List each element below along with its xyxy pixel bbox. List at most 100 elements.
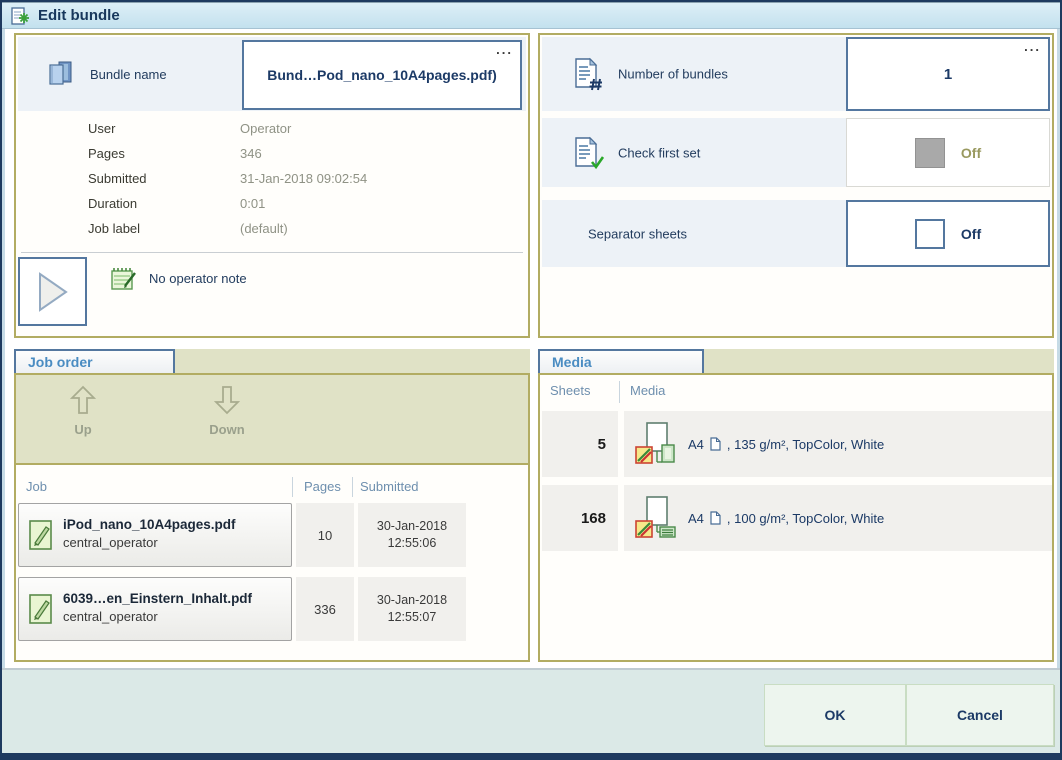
job-text: 6039…en_Einstern_Inhalt.pdf central_oper… [63,591,252,624]
check-first-set-toggle[interactable]: Off [846,118,1050,187]
job-name: 6039…en_Einstern_Inhalt.pdf [63,591,252,606]
info-row-job-label: Job label(default) [88,221,367,246]
bundle-info-list: UserOperator Pages346 Submitted31-Jan-20… [88,121,367,246]
options-panel: Number of bundles ... 1 Check first set … [538,33,1054,338]
info-label: Duration [88,196,240,211]
job-text: iPod_nano_10A4pages.pdf central_operator [63,517,236,550]
job-order-tabbar: Job order [14,349,530,373]
tab-media[interactable]: Media [538,349,704,373]
job-owner: central_operator [63,535,236,550]
footer-bar: OK Cancel [2,668,1060,758]
check-first-set-row: Check first set Off [542,118,1050,187]
a4-page-icon [710,511,721,525]
media-details: , 100 g/m², TopColor, White [727,511,884,526]
tab-job-order[interactable]: Job order [14,349,175,373]
field-overflow-dots: ... [496,42,513,57]
edit-bundle-dialog: Edit bundle Bundle name ... Bund…Pod_nan… [0,0,1062,760]
column-header-pages: Pages [304,479,341,494]
info-label: Job label [88,221,240,236]
check-first-set-state: Off [961,145,981,161]
job-pages-cell: 10 [296,503,354,567]
move-down-label: Down [209,422,244,437]
number-of-bundles-label: Number of bundles [618,67,728,82]
submitted-time: 12:55:07 [388,609,437,626]
info-value: Operator [240,121,291,136]
column-divider [352,477,353,497]
job-order-panel: Up Down Job Pages Submitted iPo [14,373,530,662]
move-up-button[interactable]: Up [28,385,138,437]
job-owner: central_operator [63,609,252,624]
column-divider [619,381,620,403]
dialog-title: Edit bundle [38,7,120,24]
operator-note-icon [110,265,137,292]
info-value: 346 [240,146,262,161]
toggle-square-disabled [915,138,945,168]
toggle-square [915,219,945,249]
media-sheet-tray-icon [634,495,676,541]
job-submitted-cell: 30-Jan-2018 12:55:06 [358,503,466,567]
job-reorder-toolbar: Up Down [16,375,528,465]
number-of-bundles-field[interactable]: ... 1 [846,37,1050,111]
media-size: A4 [688,511,704,526]
separator-sheets-toggle[interactable]: Off [846,200,1050,267]
table-row: iPod_nano_10A4pages.pdf central_operator… [18,503,466,567]
bundle-name-label: Bundle name [90,67,167,82]
bundle-icon [46,59,76,89]
media-details: , 135 g/m², TopColor, White [727,437,884,452]
info-row-pages: Pages346 [88,146,367,171]
info-label: Pages [88,146,240,161]
play-icon [36,272,70,312]
media-description-cell: A4 , 100 g/m², TopColor, White [624,485,1052,551]
cancel-button[interactable]: Cancel [906,684,1054,746]
move-up-label: Up [74,422,91,437]
job-pages-cell: 336 [296,577,354,641]
bundle-name-row: Bundle name ... Bund…Pod_nano_10A4pages.… [18,37,526,111]
column-header-job: Job [26,479,47,494]
field-overflow-dots: ... [1024,39,1041,54]
table-row: 6039…en_Einstern_Inhalt.pdf central_oper… [18,577,466,641]
title-bar: Edit bundle [2,2,1060,29]
media-tabbar: Media [538,349,1054,373]
bundle-name-field[interactable]: ... Bund…Pod_nano_10A4pages.pdf) [242,40,522,110]
submitted-time: 12:55:06 [388,535,437,552]
column-header-submitted: Submitted [360,479,419,494]
check-first-set-icon [572,136,604,170]
column-header-sheets: Sheets [550,383,590,398]
ok-button[interactable]: OK [764,684,906,746]
info-value: (default) [240,221,288,236]
submitted-date: 30-Jan-2018 [377,518,447,535]
job-document-icon [28,593,54,625]
media-size: A4 [688,437,704,452]
submitted-date: 30-Jan-2018 [377,592,447,609]
info-label: Submitted [88,171,240,186]
edit-bundle-icon [10,6,30,26]
operator-note-row: No operator note [110,265,247,292]
info-value: 31-Jan-2018 09:02:54 [240,171,367,186]
info-label: User [88,121,240,136]
number-of-bundles-row: Number of bundles ... 1 [542,37,1050,111]
media-description-cell: A4 , 135 g/m², TopColor, White [624,411,1052,477]
separator-sheets-row: Separator sheets Off [542,200,1050,267]
separator-sheets-state: Off [961,226,981,242]
bundle-name-value: Bund…Pod_nano_10A4pages.pdf) [267,67,496,83]
media-sheets-count: 5 [542,411,618,477]
bundle-panel: Bundle name ... Bund…Pod_nano_10A4pages.… [14,33,530,338]
play-button[interactable] [18,257,87,326]
info-row-duration: Duration0:01 [88,196,367,221]
column-header-media: Media [630,383,665,398]
number-of-bundles-icon [572,57,604,91]
job-document-icon [28,519,54,551]
job-name: iPod_nano_10A4pages.pdf [63,517,236,532]
media-panel: Sheets Media 5 A4 [538,373,1054,662]
tab-label: Job order [28,354,93,370]
list-item: 5 A4 , 135 g/m², TopColor, Whit [542,411,1052,477]
separator-sheets-label: Separator sheets [588,226,687,241]
info-row-user: UserOperator [88,121,367,146]
divider [21,252,523,253]
move-down-button[interactable]: Down [172,385,282,437]
job-item-button[interactable]: 6039…en_Einstern_Inhalt.pdf central_oper… [18,577,292,641]
info-value: 0:01 [240,196,265,211]
operator-note-text: No operator note [149,271,247,286]
job-item-button[interactable]: iPod_nano_10A4pages.pdf central_operator [18,503,292,567]
list-item: 168 A4 [542,485,1052,551]
